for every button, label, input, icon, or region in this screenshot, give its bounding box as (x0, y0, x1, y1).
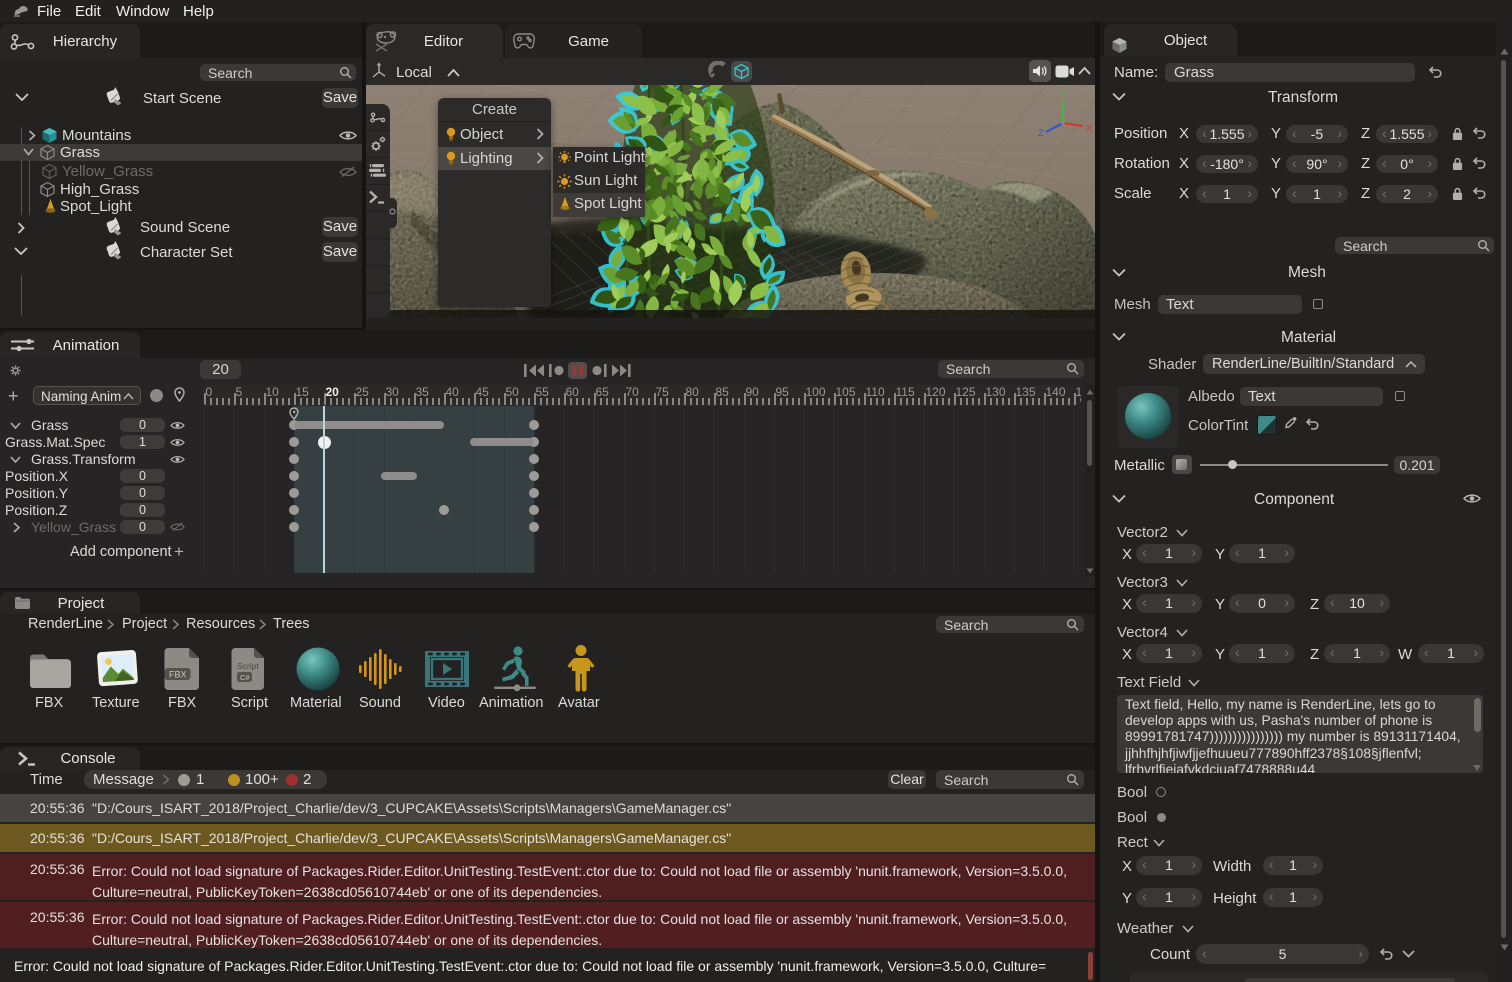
svg-text:C#: C# (240, 673, 250, 682)
svg-text:Z: Z (1038, 128, 1044, 138)
svg-text:FBX: FBX (169, 670, 187, 680)
svg-text:X: X (1086, 123, 1092, 133)
svg-text:Script: Script (237, 661, 259, 671)
svg-text:Y: Y (1060, 90, 1066, 100)
